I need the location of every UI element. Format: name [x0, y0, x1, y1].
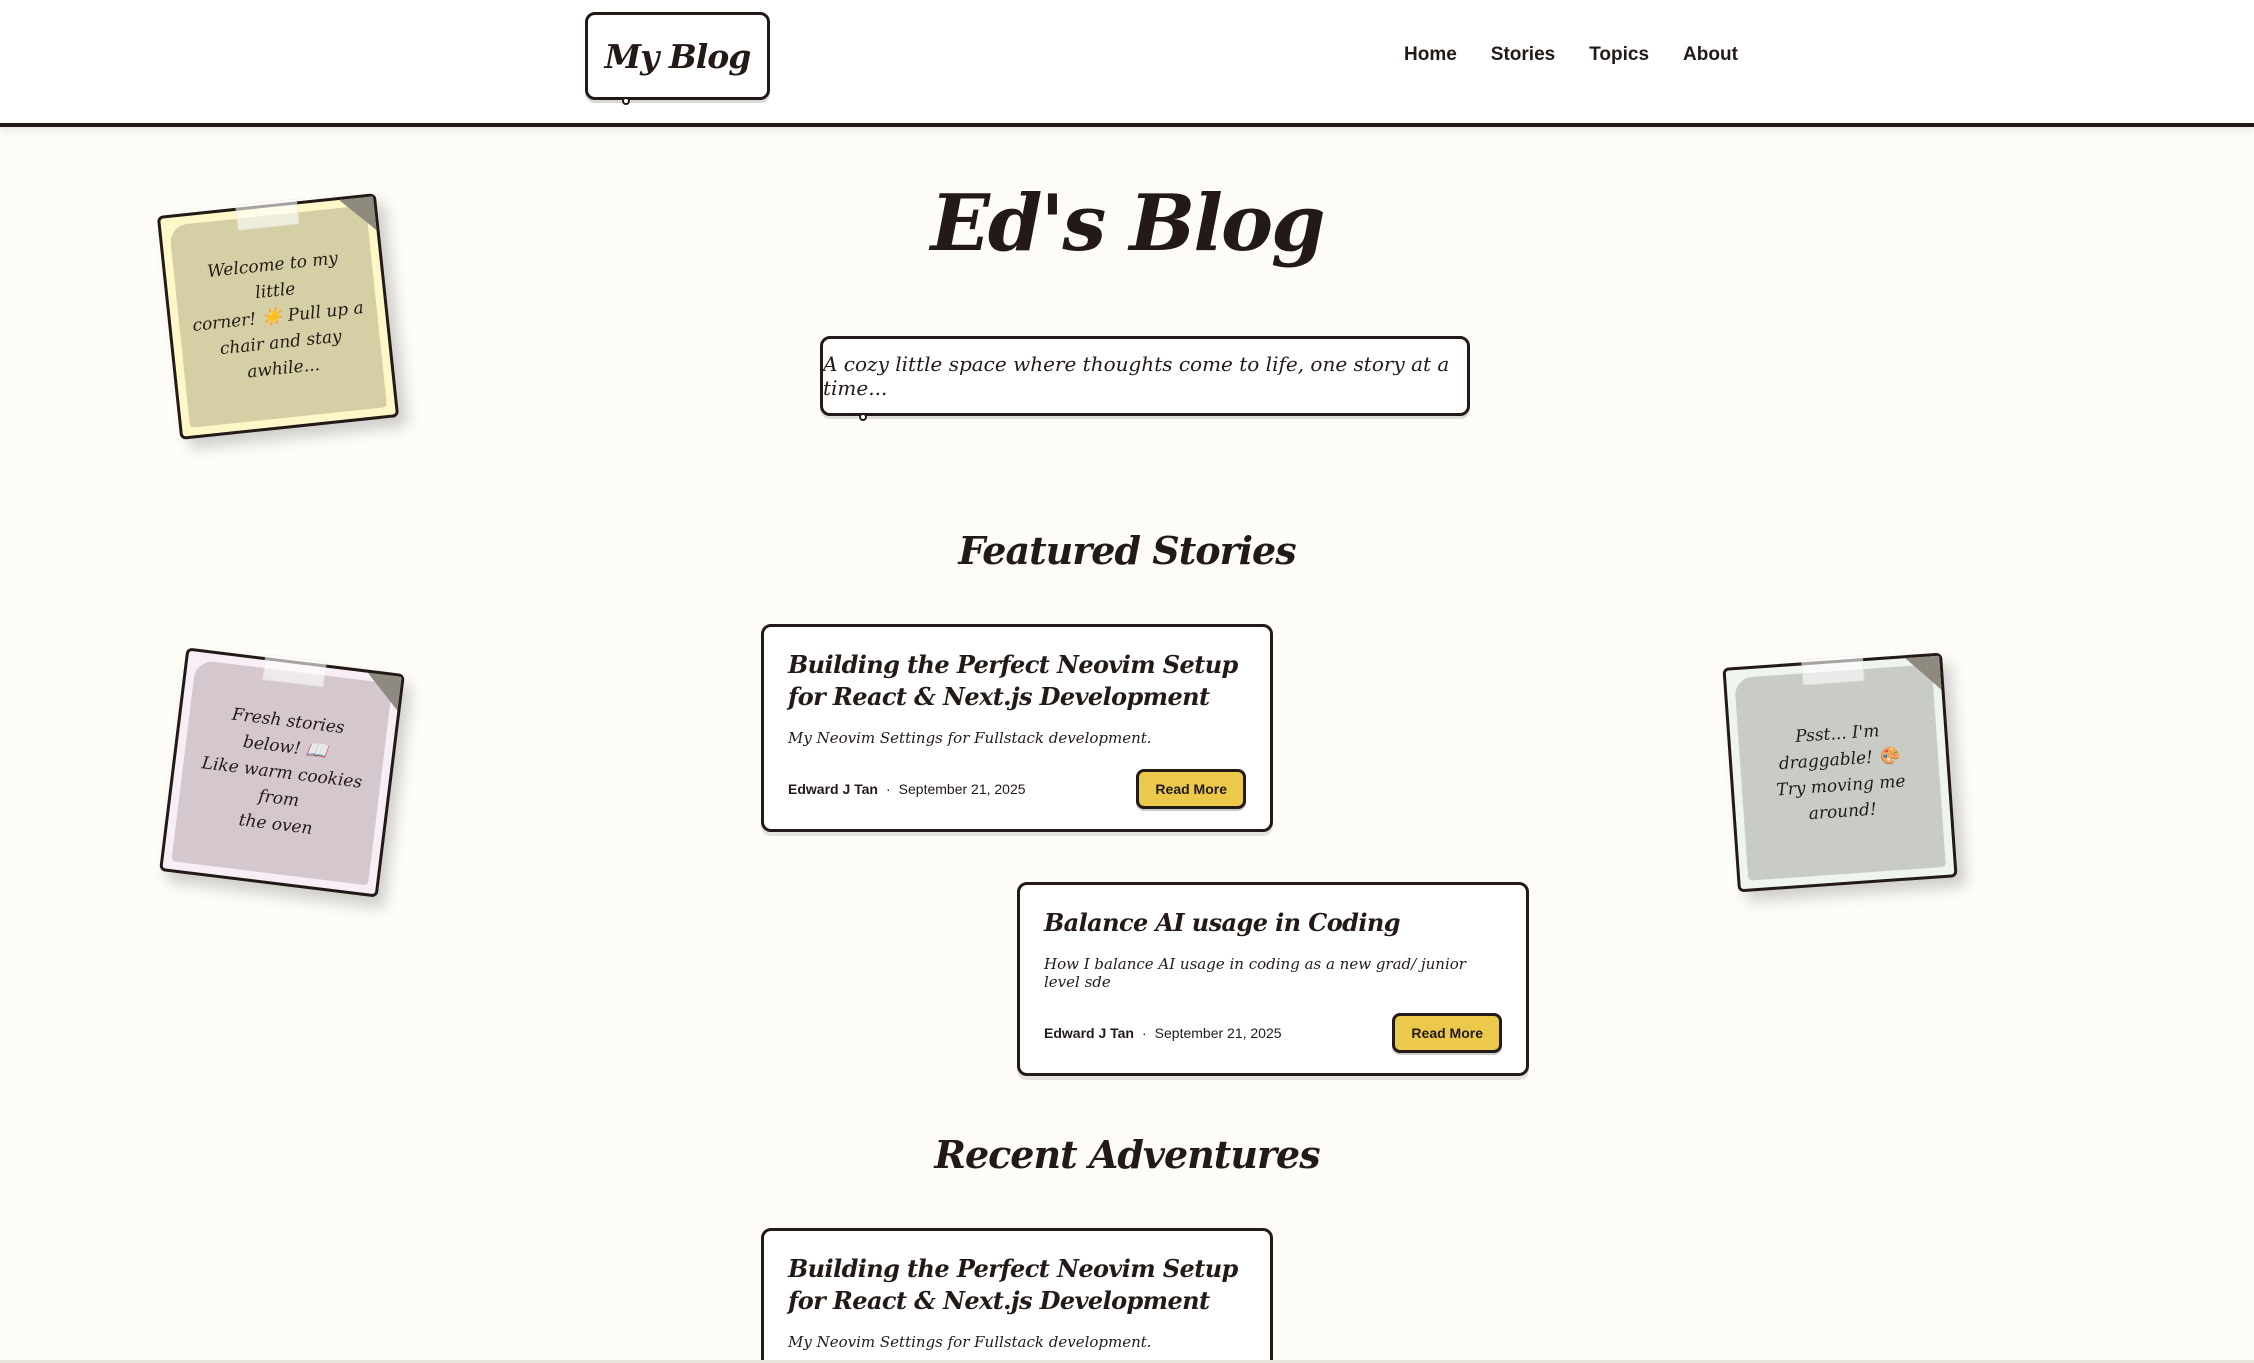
bubble-tail-icon: [622, 97, 630, 105]
sticky-note-fresh[interactable]: Fresh stories below! 📖 Like warm cookies…: [159, 647, 405, 898]
separator-dot: ·: [885, 781, 891, 797]
nav-home[interactable]: Home: [1404, 44, 1457, 66]
read-more-button[interactable]: Read More: [1136, 769, 1246, 809]
story-description: How I balance AI usage in coding as a ne…: [1044, 955, 1466, 991]
recent-heading: Recent Adventures: [934, 1132, 1320, 1177]
story-card[interactable]: Balance AI usage in Coding How I balance…: [1017, 882, 1529, 1076]
logo[interactable]: My Blog: [585, 12, 770, 105]
site-header: My Blog Home Stories Topics About: [0, 0, 2254, 127]
story-description: My Neovim Settings for Fullstack develop…: [788, 1333, 1152, 1351]
tape-icon: [1801, 655, 1865, 686]
featured-heading: Featured Stories: [958, 528, 1296, 573]
story-title[interactable]: Balance AI usage in Coding: [1044, 907, 1502, 939]
story-author: Edward J Tan: [788, 781, 878, 797]
tagline: A cozy little space where thoughts come …: [823, 352, 1450, 400]
story-date: September 21, 2025: [1154, 1025, 1282, 1041]
note-text: Welcome to my little corner! ☀️ Pull up …: [185, 243, 372, 390]
story-author: Edward J Tan: [1044, 1025, 1134, 1041]
sticky-note-welcome[interactable]: Welcome to my little corner! ☀️ Pull up …: [156, 193, 400, 440]
nav-topics[interactable]: Topics: [1589, 44, 1649, 66]
separator-dot: ·: [1141, 1025, 1147, 1041]
bubble-tail-icon: [859, 413, 867, 421]
nav-stories[interactable]: Stories: [1491, 44, 1555, 66]
story-meta: Edward J Tan · September 21, 2025 Read M…: [788, 769, 1246, 809]
story-card[interactable]: Building the Perfect Neovim Setup for Re…: [761, 624, 1273, 832]
story-title[interactable]: Building the Perfect Neovim Setup for Re…: [788, 1253, 1246, 1317]
note-text: Psst... I'm draggable! 🎨 Try moving me a…: [1750, 715, 1931, 831]
story-card[interactable]: Building the Perfect Neovim Setup for Re…: [761, 1228, 1273, 1363]
logo-text[interactable]: My Blog: [605, 37, 752, 76]
tagline-bubble: A cozy little space where thoughts come …: [820, 336, 1470, 421]
story-meta: Edward J Tan · September 21, 2025 Read M…: [1044, 1013, 1502, 1053]
story-title[interactable]: Building the Perfect Neovim Setup for Re…: [788, 649, 1246, 713]
page-fold-icon: [363, 672, 402, 711]
page-fold-icon: [339, 196, 377, 234]
read-more-button[interactable]: Read More: [1392, 1013, 1502, 1053]
main-nav: Home Stories Topics About: [1404, 44, 1772, 66]
sticky-note-draggable[interactable]: Psst... I'm draggable! 🎨 Try moving me a…: [1722, 652, 1958, 893]
page-fold-icon: [1905, 655, 1942, 693]
story-description: My Neovim Settings for Fullstack develop…: [788, 729, 1152, 747]
note-text: Fresh stories below! 📖 Like warm cookies…: [188, 697, 377, 847]
story-date: September 21, 2025: [898, 781, 1026, 797]
nav-about[interactable]: About: [1683, 44, 1738, 66]
